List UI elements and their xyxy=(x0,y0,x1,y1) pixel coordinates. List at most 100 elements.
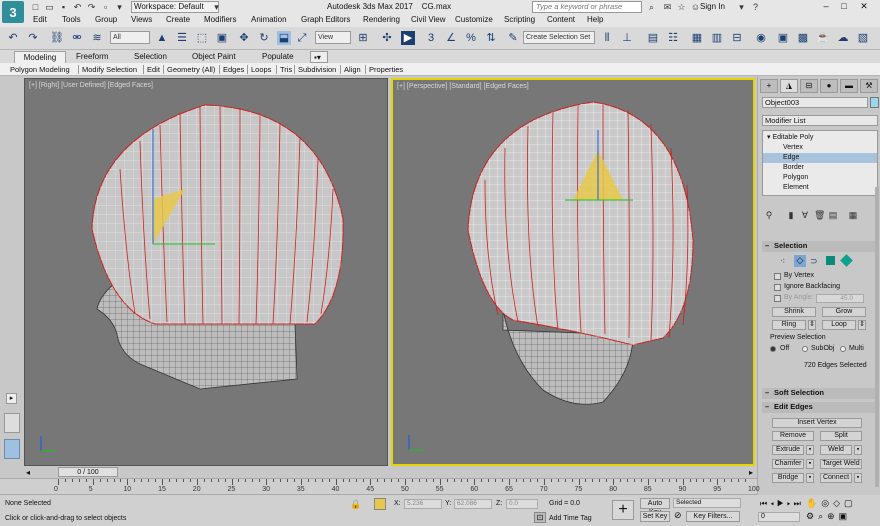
object-name-field[interactable]: Object003 xyxy=(762,97,868,108)
time-slider-track[interactable]: 0 / 100 ◂ ▸ xyxy=(24,467,755,478)
target-weld-button[interactable]: Target Weld xyxy=(820,459,862,469)
by-vertex-checkbox[interactable] xyxy=(774,273,781,280)
tab-populate[interactable]: Populate xyxy=(259,51,297,63)
by-angle-checkbox[interactable] xyxy=(774,295,781,302)
align-icon[interactable]: ⊥ xyxy=(620,31,634,45)
rectangle-selection-icon[interactable]: ⬚ xyxy=(195,31,209,45)
unlink-icon[interactable]: ⚮ xyxy=(70,31,84,45)
pin-stack-icon[interactable]: ⚲ xyxy=(764,210,774,221)
menu-content[interactable]: Content xyxy=(547,15,575,24)
preview-subobj-radio[interactable] xyxy=(802,346,808,352)
mirror-icon[interactable]: ⫴ xyxy=(600,31,614,45)
angle-snap-icon[interactable]: ∠ xyxy=(444,31,458,45)
reference-coordinate-dropdown[interactable]: View xyxy=(315,31,351,44)
material-editor-icon[interactable]: ◉ xyxy=(754,31,768,45)
maximize-icon[interactable]: □ xyxy=(836,1,852,12)
layout-single-icon[interactable] xyxy=(4,413,20,433)
redo-icon[interactable]: ↷ xyxy=(86,2,97,12)
time-slider-thumb[interactable]: 0 / 100 xyxy=(58,467,118,477)
menu-help[interactable]: Help xyxy=(587,15,603,24)
close-icon[interactable]: ✕ xyxy=(856,1,872,12)
loop-spinner[interactable]: ⇕ xyxy=(858,320,866,330)
modifier-list-dropdown[interactable]: Modifier List xyxy=(762,115,878,126)
workspace-dropdown[interactable]: Workspace: Default xyxy=(131,1,219,13)
set-key-button[interactable]: Set Key xyxy=(640,511,670,522)
a360-gallery-icon[interactable]: ▧ xyxy=(856,31,870,45)
grow-button[interactable]: Grow xyxy=(822,307,866,317)
track-bar[interactable]: 0 5 10 15 20 25 30 35 40 45 50 55 60 65 70 75 80 85 90 95 10… xyxy=(0,478,760,495)
new-file-icon[interactable]: □ xyxy=(30,2,41,12)
weld-button[interactable]: Weld xyxy=(820,445,852,455)
chamfer-settings-icon[interactable]: ▪ xyxy=(806,459,814,469)
rendered-frame-window-icon[interactable]: ▩ xyxy=(796,31,810,45)
redo-icon[interactable]: ↷ xyxy=(26,31,40,45)
layout-two-vertical-icon[interactable] xyxy=(4,439,20,459)
help-icon[interactable]: ? xyxy=(750,2,761,12)
rotate-icon[interactable]: ↻ xyxy=(257,31,271,45)
snaps-toggle-icon[interactable]: 3 xyxy=(424,31,438,45)
show-end-result-icon[interactable]: ▮ xyxy=(786,210,796,221)
place-icon[interactable]: ⤢ xyxy=(295,31,309,45)
utilities-tab-icon[interactable]: ⚒ xyxy=(860,79,878,93)
expand-layouts-icon[interactable]: ▸ xyxy=(6,393,17,404)
set-key-icon[interactable]: + xyxy=(612,500,634,520)
save-file-icon[interactable]: ▪ xyxy=(58,2,69,12)
polygon-level-icon[interactable] xyxy=(826,256,835,265)
panel-tris[interactable]: Tris xyxy=(280,65,292,74)
viewport-right[interactable]: [+] [Right] [User Defined] [Edged Faces] xyxy=(24,78,388,466)
menu-create[interactable]: Create xyxy=(166,15,190,24)
scale-icon[interactable]: ⬓ xyxy=(277,31,291,45)
edge-level-icon[interactable]: ◇ xyxy=(794,255,806,267)
viewport-label[interactable]: [+] [Perspective] [Standard] [Edged Face… xyxy=(397,83,529,90)
menu-tools[interactable]: Tools xyxy=(62,15,81,24)
menu-group[interactable]: Group xyxy=(95,15,117,24)
project-folder-icon[interactable]: ▫ xyxy=(100,2,111,12)
render-in-cloud-icon[interactable]: ☁ xyxy=(836,31,850,45)
select-manipulate-icon[interactable]: ✣ xyxy=(380,31,394,45)
ring-spinner[interactable]: ⇕ xyxy=(808,320,816,330)
make-unique-icon[interactable]: ∀ xyxy=(800,210,810,221)
quick-access-dropdown-icon[interactable]: ▾ xyxy=(114,2,125,12)
named-selection-set-dropdown[interactable]: Create Selection Set xyxy=(523,31,595,44)
link-icon[interactable]: ⛓ xyxy=(50,31,64,45)
absolute-transform-icon[interactable] xyxy=(374,498,386,510)
binoculars-icon[interactable]: ⌕ xyxy=(646,2,657,12)
spinner-snap-icon[interactable]: ⇅ xyxy=(484,31,498,45)
menu-views[interactable]: Views xyxy=(131,15,152,24)
zoom-icon[interactable]: ⌕ xyxy=(818,511,827,521)
angle-spinner[interactable]: 45.0 xyxy=(816,294,864,303)
menu-customize[interactable]: Customize xyxy=(455,15,493,24)
vertex-level-icon[interactable]: ⁖ xyxy=(780,256,785,267)
stack-item-border[interactable]: Border xyxy=(763,163,877,173)
rollout-edit-edges[interactable]: Edit Edges xyxy=(762,402,878,413)
stack-item-editable-poly[interactable]: ▾ Editable Poly xyxy=(763,133,877,143)
menu-civil-view[interactable]: Civil View xyxy=(411,15,446,24)
search-input[interactable]: Type a keyword or phrase xyxy=(532,1,642,13)
communication-icon[interactable]: ✉ xyxy=(662,2,673,12)
panel-loops[interactable]: Loops xyxy=(251,65,271,74)
schematic-view-icon[interactable]: ⊟ xyxy=(730,31,744,45)
play-icon[interactable]: ▶ xyxy=(777,499,787,508)
ring-button[interactable]: Ring xyxy=(772,320,806,330)
panel-geometry-all[interactable]: Geometry (All) xyxy=(167,65,215,74)
motion-tab-icon[interactable]: ● xyxy=(820,79,838,93)
bridge-button[interactable]: Bridge xyxy=(772,473,804,483)
connect-button[interactable]: Connect xyxy=(820,473,852,483)
select-object-icon[interactable]: ▲ xyxy=(155,31,169,45)
next-frame-icon[interactable]: ▸ xyxy=(787,499,794,508)
auto-key-button[interactable]: Auto Key xyxy=(640,498,670,516)
remove-button[interactable]: Remove xyxy=(772,431,814,441)
current-frame-field[interactable]: 0 xyxy=(758,512,800,522)
modifier-sets-icon[interactable]: ▦ xyxy=(848,210,858,221)
viewport-label[interactable]: [+] [Right] [User Defined] [Edged Faces] xyxy=(29,82,153,89)
curve-editor-icon[interactable]: ▥ xyxy=(710,31,724,45)
z-coordinate-field[interactable]: 0.0 xyxy=(506,499,538,509)
menu-graph-editors[interactable]: Graph Editors xyxy=(301,15,350,24)
border-level-icon[interactable]: ⊃ xyxy=(810,256,818,267)
favorites-icon[interactable]: ☆ xyxy=(676,2,687,12)
extrude-settings-icon[interactable]: ▪ xyxy=(806,445,814,455)
extrude-button[interactable]: Extrude xyxy=(772,445,804,455)
percent-snap-icon[interactable]: % xyxy=(464,31,478,45)
menu-animation[interactable]: Animation xyxy=(251,15,287,24)
stack-item-edge[interactable]: Edge xyxy=(763,153,877,163)
